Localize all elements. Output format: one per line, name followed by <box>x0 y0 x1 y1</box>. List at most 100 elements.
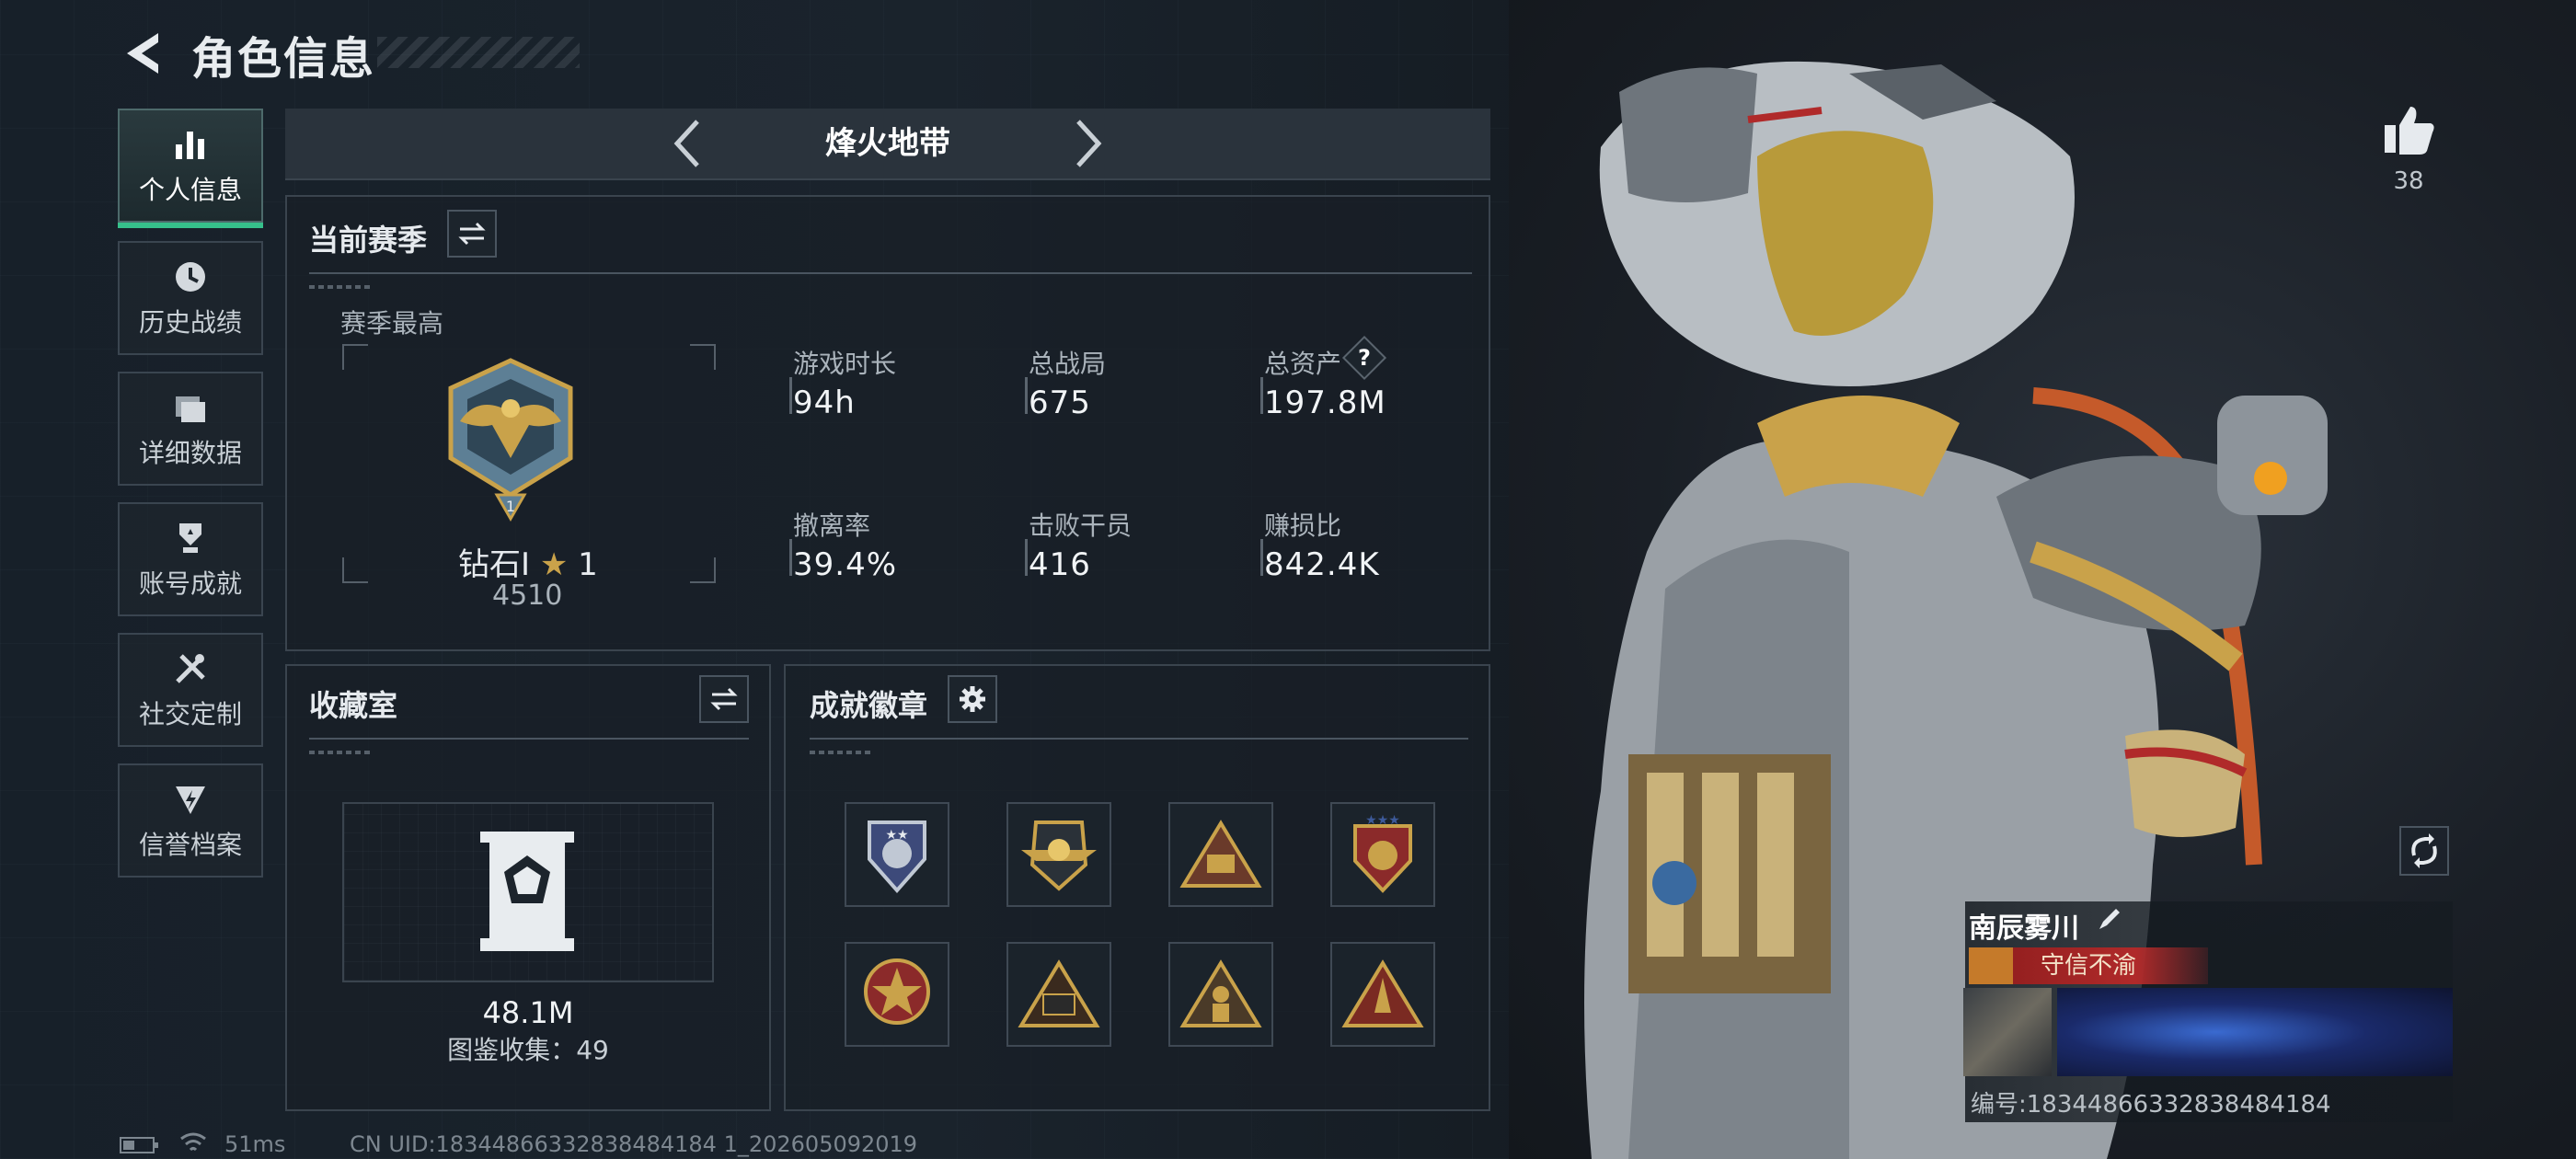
badge-slot[interactable] <box>1330 942 1435 1047</box>
ping-text: 51ms <box>224 1131 286 1157</box>
stat-value-extract-rate: 39.4% <box>793 546 898 583</box>
badge-slot[interactable] <box>1006 942 1111 1047</box>
mode-name: 烽火地带 <box>825 125 950 162</box>
frame-corner <box>690 557 716 583</box>
back-arrow-icon[interactable] <box>118 28 169 79</box>
badge-slot[interactable] <box>1168 942 1273 1047</box>
stat-label-profit-ratio: 赚损比 <box>1264 511 1342 541</box>
badges-divider <box>810 738 1468 740</box>
decoration-dots <box>810 751 874 754</box>
stat-value-matches: 675 <box>1029 384 1091 421</box>
medal-badge-icon <box>864 958 930 1025</box>
collection-title: 收藏室 <box>309 688 398 723</box>
stat-bar <box>1260 377 1263 414</box>
battery-icon <box>120 1137 158 1153</box>
rank-emblem-icon: 1 <box>448 358 573 522</box>
title-decoration <box>377 37 580 68</box>
swap-icon <box>458 222 486 246</box>
frame-corner <box>342 557 368 583</box>
sidebar-item-label: 社交定制 <box>138 699 242 729</box>
swap-icon <box>710 687 738 711</box>
collection-switch-button[interactable] <box>699 675 749 723</box>
wing-badge-icon <box>1021 820 1097 891</box>
sidebar-item-history[interactable]: 历史战绩 <box>118 241 263 355</box>
rocket-badge-icon <box>1341 959 1424 1027</box>
level-triangle-badge-icon <box>1018 959 1100 1027</box>
shield-icon <box>176 786 205 814</box>
sidebar-item-achievements[interactable]: 账号成就 <box>118 502 263 616</box>
badge-slot[interactable]: ★★★ <box>1330 802 1435 907</box>
help-icon[interactable]: ? <box>1349 342 1380 373</box>
stat-value-playtime: 94h <box>793 384 856 421</box>
rank-name-row: 钻石Ⅰ ★ 1 <box>458 539 598 584</box>
stat-bar <box>789 377 792 414</box>
badge-slot[interactable] <box>845 942 949 1047</box>
stat-value-profit-ratio: 842.4K <box>1264 546 1380 583</box>
stat-bar <box>1025 539 1028 576</box>
svg-text:★★★: ★★★ <box>1365 813 1400 828</box>
trophy-icon <box>179 523 201 553</box>
stat-label-assets: 总资产 <box>1264 349 1342 379</box>
season-best-label: 赛季最高 <box>340 308 444 339</box>
decoration-dots <box>309 751 374 754</box>
stat-value-kills: 416 <box>1029 546 1091 583</box>
bar-chart-icon <box>176 132 204 159</box>
svg-text:★★: ★★ <box>885 828 908 843</box>
player-name: 南辰雾川 <box>1969 912 2079 945</box>
collection-value: 48.1M <box>482 995 574 1030</box>
catalog-row: 图鉴收集：49 <box>285 1030 771 1067</box>
thumbs-up-icon[interactable] <box>2381 103 2436 156</box>
badge-slot[interactable] <box>1168 802 1273 907</box>
sidebar-item-social[interactable]: 社交定制 <box>118 633 263 747</box>
svg-text:1: 1 <box>506 498 515 515</box>
sidebar-item-label: 历史战绩 <box>138 307 242 338</box>
season-title: 当前赛季 <box>309 223 428 258</box>
star-icon: ★ <box>539 546 569 583</box>
sidebar-item-label: 个人信息 <box>138 175 242 205</box>
badge-slot[interactable]: ★★ <box>845 802 949 907</box>
stat-label-playtime: 游戏时长 <box>793 349 897 379</box>
banner-emblem <box>1969 947 2013 984</box>
sidebar-item-detailed-data[interactable]: 详细数据 <box>118 372 263 486</box>
vault-icon <box>480 832 574 951</box>
folder-icon <box>176 396 205 422</box>
stat-label-extract-rate: 撤离率 <box>793 511 871 541</box>
frame-corner <box>690 344 716 370</box>
gear-icon <box>960 686 985 712</box>
catalog-label: 图鉴收集： <box>447 1035 577 1065</box>
collection-divider <box>309 738 749 740</box>
badge-slot[interactable] <box>1006 802 1111 907</box>
stat-bar <box>1260 539 1263 576</box>
clock-icon <box>176 262 205 292</box>
stat-value-assets: 197.8M <box>1264 384 1386 421</box>
season-divider <box>309 272 1472 274</box>
badges-title: 成就徽章 <box>810 688 928 723</box>
triangle-badge-icon <box>1179 820 1262 888</box>
rotate-button[interactable] <box>2399 826 2449 876</box>
frame-corner <box>342 344 368 370</box>
stat-label-kills: 击败干员 <box>1029 511 1133 541</box>
rotate-icon <box>2411 833 2437 868</box>
sidebar-item-label: 详细数据 <box>138 438 242 468</box>
next-mode-arrow-icon[interactable] <box>1069 116 1106 171</box>
tools-icon <box>176 654 205 683</box>
rank-stars: 1 <box>578 546 598 583</box>
season-switch-button[interactable] <box>447 210 497 258</box>
catalog-count: 49 <box>576 1035 609 1065</box>
sidebar-item-label: 信誉档案 <box>138 830 242 860</box>
like-count: 38 <box>2393 167 2424 195</box>
sidebar-item-label: 账号成就 <box>138 568 242 599</box>
sidebar-item-personal-info[interactable]: 个人信息 <box>118 109 263 228</box>
player-id: 编号:18344866332838484184 <box>1971 1091 2331 1119</box>
wifi-icon <box>180 1132 206 1152</box>
rank-score: 4510 <box>492 580 563 612</box>
soldier-badge-icon <box>1179 959 1262 1027</box>
edit-pencil-icon[interactable] <box>2096 905 2123 933</box>
stat-bar <box>789 539 792 576</box>
player-avatar[interactable] <box>1963 988 2052 1076</box>
stat-bar <box>1025 377 1028 414</box>
badges-settings-button[interactable] <box>948 675 997 723</box>
prev-mode-arrow-icon[interactable] <box>670 116 707 171</box>
sidebar-item-credit[interactable]: 信誉档案 <box>118 763 263 878</box>
uid-text: CN UID:18344866332838484184 1_2026050920… <box>350 1131 918 1157</box>
